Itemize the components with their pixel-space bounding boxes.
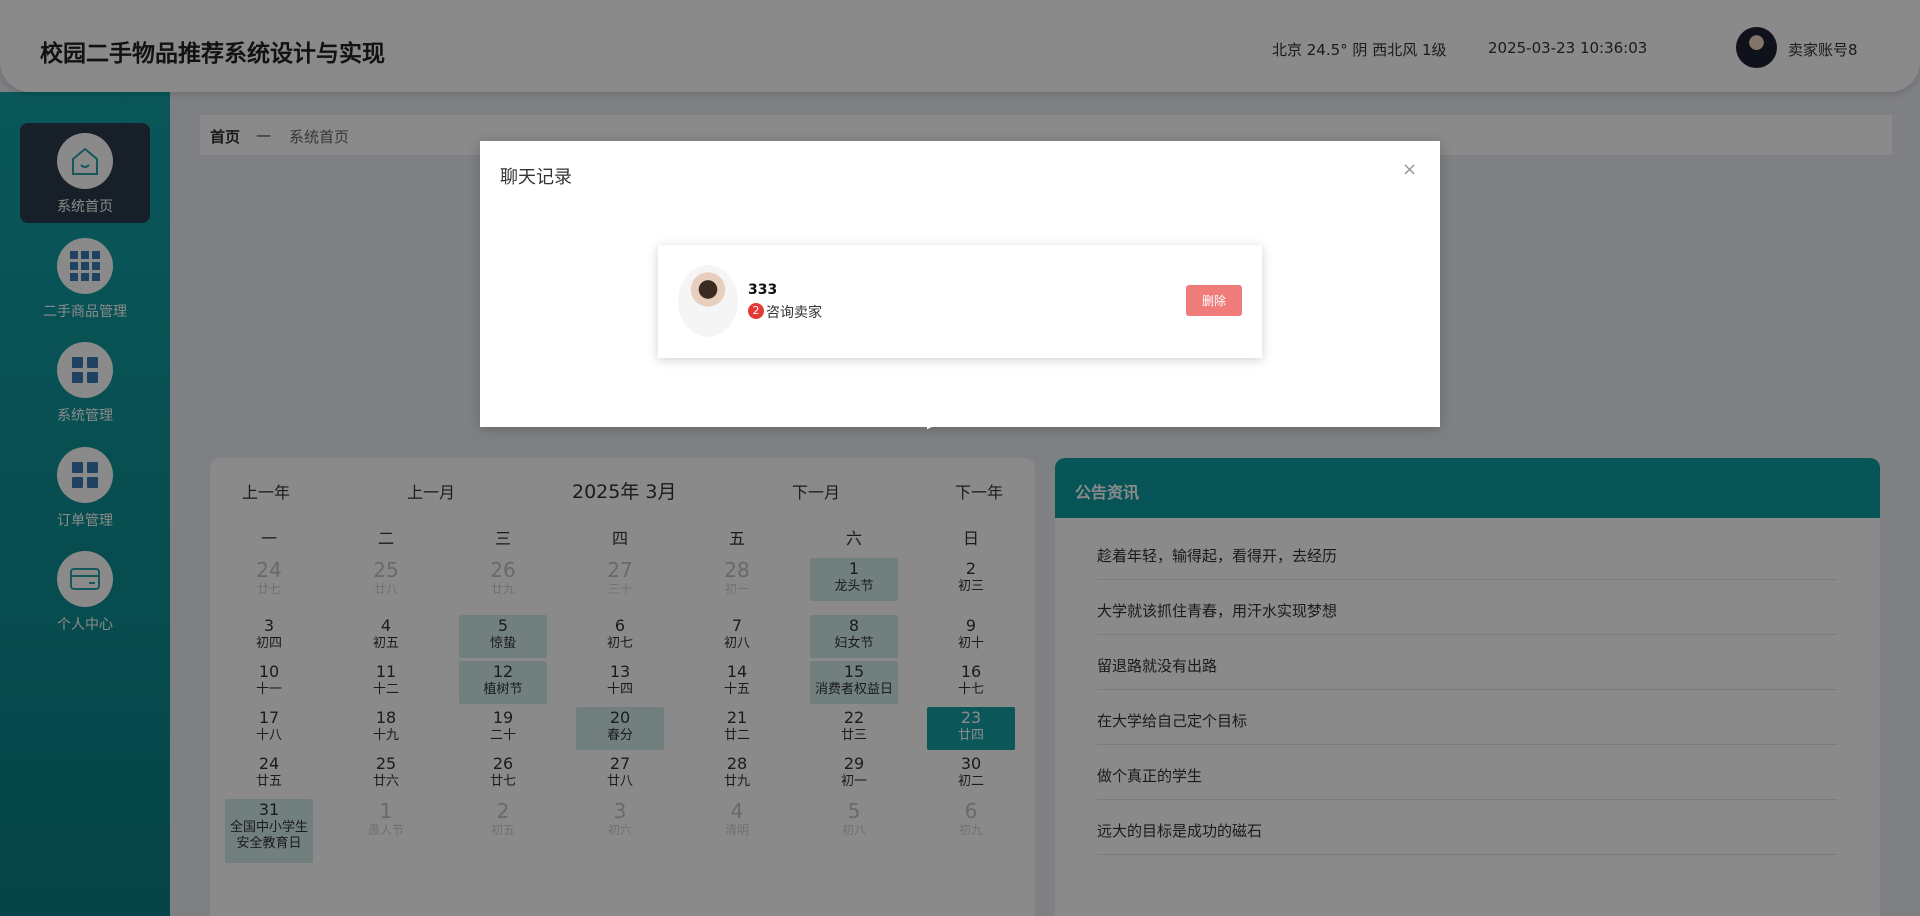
delete-button[interactable]: 删除 [1186, 285, 1242, 316]
modal-overlay[interactable] [0, 0, 1920, 916]
close-icon[interactable]: × [1402, 159, 1417, 180]
chat-item[interactable]: 333 2 咨询卖家 删除 [658, 245, 1262, 358]
chat-last-message: 咨询卖家 [766, 305, 822, 321]
dialog-title: 聊天记录 [500, 167, 572, 188]
chat-avatar [678, 265, 738, 337]
chat-contact-name: 333 [748, 282, 778, 298]
unread-badge: 2 [748, 303, 764, 319]
chat-history-dialog: 聊天记录 × 333 2 咨询卖家 删除 [480, 141, 1440, 427]
